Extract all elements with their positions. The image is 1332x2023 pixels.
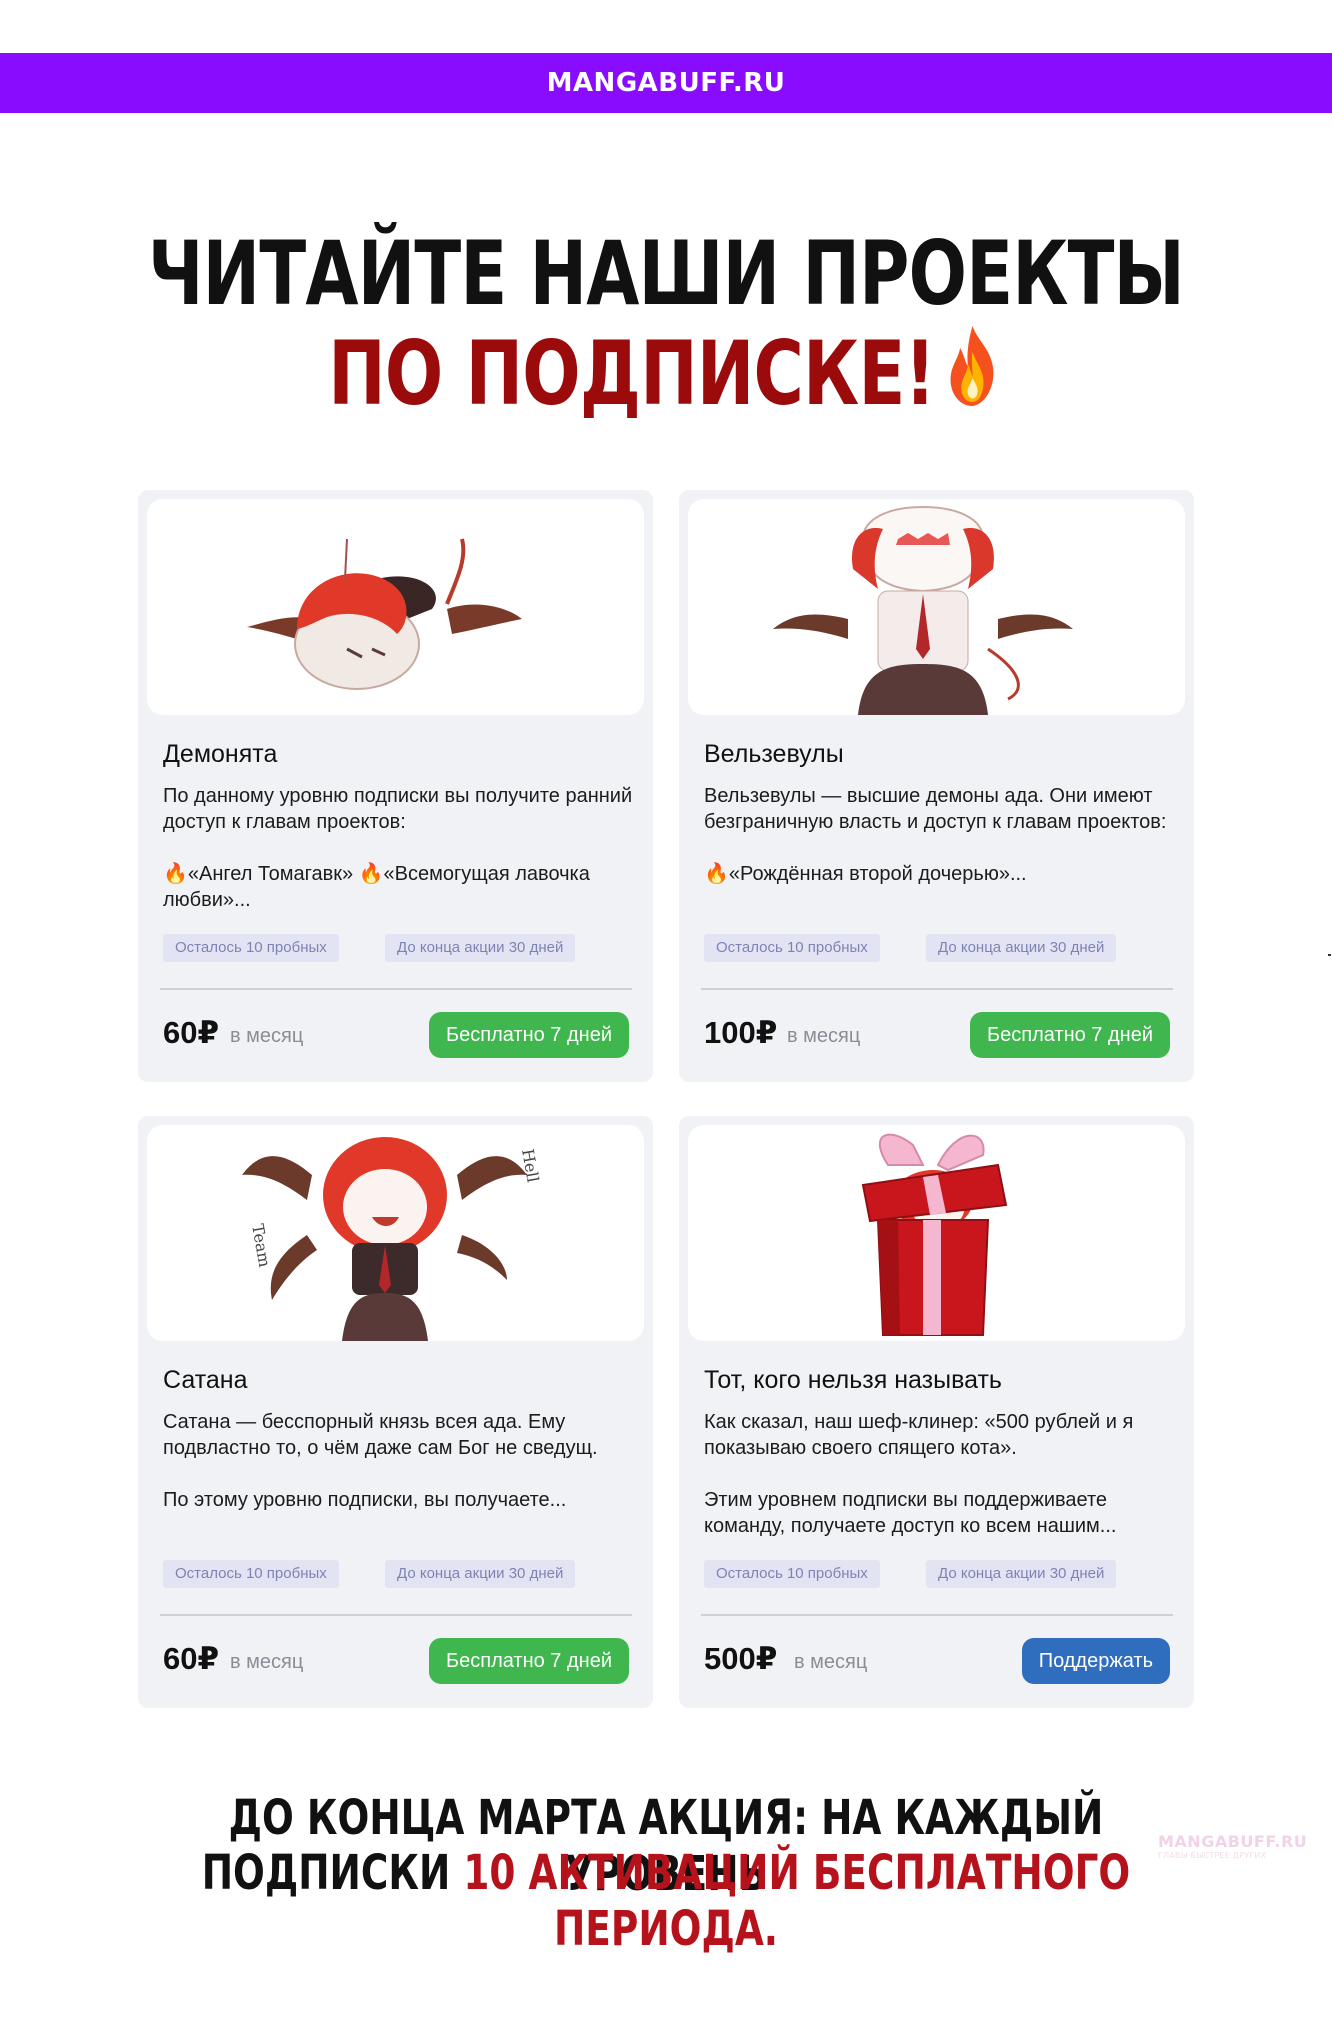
promo-line-2-start: ПОДПИСКИ	[201, 1845, 464, 1901]
tier-title: Демонята	[163, 740, 278, 768]
site-banner: MANGABUFF.RU	[0, 53, 1332, 113]
promo-days-left-badge: До конца акции 30 дней	[926, 1560, 1117, 1588]
chibi-demon-cheering-illustration: Team Hell	[242, 1137, 543, 1341]
tier-price: 500₽	[704, 1641, 778, 1676]
tier-description-1: Вельзевулы — высшие демоны ада. Они имею…	[704, 785, 1167, 833]
support-button[interactable]: Поддержать	[1021, 1638, 1170, 1684]
tier-description-1: Сатана — бесспорный князь всея ада. Ему …	[163, 1411, 598, 1459]
headline-line-2: ПО ПОДПИСКЕ!	[147, 322, 1186, 425]
tier-description-2: 🔥«Ангел Томагавк» 🔥«Всемогущая лавочка л…	[163, 863, 590, 911]
tier-price: 60₽	[163, 1641, 220, 1676]
tier-price: 100₽	[704, 1015, 778, 1050]
tier-description: Сатана — бесспорный князь всея ада. Ему …	[163, 1409, 643, 1513]
image-text-right: Hell	[518, 1147, 543, 1183]
image-text-left: Team	[248, 1222, 274, 1268]
trials-left-badge: Осталось 10 пробных	[704, 1560, 880, 1588]
trials-left-badge: Осталось 10 пробных	[163, 1560, 339, 1588]
headline-line-1: ЧИТАЙТЕ НАШИ ПРОЕКТЫ	[147, 222, 1185, 325]
promo-line-2-accent: 10 АКТИВАЦИЙ БЕСПЛАТНОГО ПЕРИОДА.	[463, 1845, 1131, 1957]
trials-left-badge: Осталось 10 пробных	[163, 934, 339, 962]
tier-image	[688, 1125, 1185, 1341]
promo-days-left-badge: До конца акции 30 дней	[385, 934, 576, 962]
free-trial-button[interactable]: Бесплатно 7 дней	[969, 1012, 1170, 1058]
chibi-demon-shouting-illustration	[773, 505, 1073, 715]
tier-title: Вельзевулы	[704, 740, 844, 768]
tier-description-1: По данному уровню подписки вы получите р…	[163, 785, 633, 833]
divider	[160, 988, 632, 990]
free-trial-button[interactable]: Бесплатно 7 дней	[428, 1012, 629, 1058]
divider	[701, 988, 1173, 990]
free-trial-button[interactable]: Бесплатно 7 дней	[428, 1638, 629, 1684]
tier-card-satana: Team Hell Сатана Сатана — бесспорный кня…	[138, 1116, 653, 1708]
tier-card-velzevuly: Вельзевулы Вельзевулы — высшие демоны ад…	[679, 490, 1194, 1082]
chibi-in-gift-box-illustration	[861, 1133, 1008, 1336]
price-period: в месяц	[794, 1651, 868, 1673]
watermark-tagline: ГЛАВЫ БЫСТРЕЕ ДРУГИХ	[1158, 1851, 1267, 1860]
tier-card-unnamed: Тот, кого нельзя называть Как сказал, на…	[679, 1116, 1194, 1708]
promo-days-left-badge: До конца акции 30 дней	[926, 934, 1117, 962]
tier-title: Сатана	[163, 1366, 248, 1394]
fire-icon	[950, 326, 994, 406]
headline-line-2-text: ПО ПОДПИСКЕ!	[328, 322, 936, 425]
promo-days-left-badge: До конца акции 30 дней	[385, 1560, 576, 1588]
tier-image	[147, 499, 644, 715]
promo-line-2: ПОДПИСКИ 10 АКТИВАЦИЙ БЕСПЛАТНОГО ПЕРИОД…	[147, 1845, 1186, 1957]
trials-left-badge: Осталось 10 пробных	[704, 934, 880, 962]
tier-description-2: По этому уровню подписки, вы получаете..…	[163, 1489, 567, 1511]
tier-description-1: Как сказал, наш шеф-клинер: «500 рублей …	[704, 1411, 1134, 1459]
tier-title: Тот, кого нельзя называть	[704, 1366, 1002, 1394]
tier-price: 60₽	[163, 1015, 220, 1050]
watermark-name: MANGABUFF.RU	[1158, 1832, 1308, 1851]
edge-mark	[1328, 954, 1331, 956]
tier-description: Как сказал, наш шеф-клинер: «500 рублей …	[704, 1409, 1184, 1539]
site-name: MANGABUFF.RU	[546, 68, 786, 98]
price-period: в месяц	[230, 1651, 304, 1673]
tier-image	[688, 499, 1185, 715]
tier-description: По данному уровню подписки вы получите р…	[163, 783, 643, 913]
chibi-demon-lying-illustration	[247, 538, 522, 690]
tier-description-2: 🔥«Рождённая второй дочерью»...	[704, 863, 1027, 885]
tier-description-2: Этим уровнем подписки вы поддерживаете к…	[704, 1489, 1117, 1537]
divider	[160, 1614, 632, 1616]
price-period: в месяц	[230, 1025, 304, 1047]
watermark: MANGABUFF.RU ГЛАВЫ БЫСТРЕЕ ДРУГИХ	[1158, 1832, 1307, 1860]
price-period: в месяц	[787, 1025, 861, 1047]
tier-card-demonyata: Демонята По данному уровню подписки вы п…	[138, 490, 653, 1082]
tier-description: Вельзевулы — высшие демоны ада. Они имею…	[704, 783, 1184, 887]
tier-image: Team Hell	[147, 1125, 644, 1341]
divider	[701, 1614, 1173, 1616]
